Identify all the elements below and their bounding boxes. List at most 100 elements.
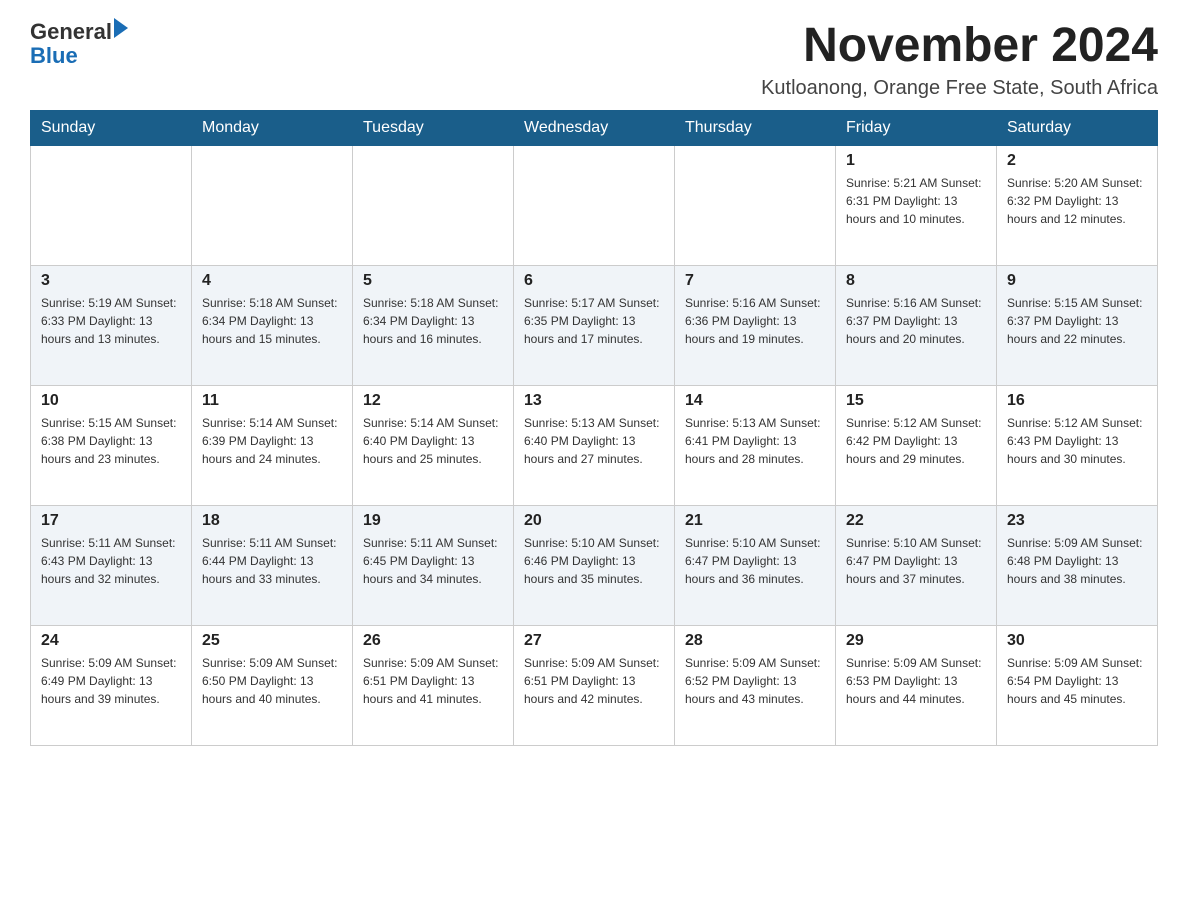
calendar-cell: 23 Sunrise: 5:09 AM Sunset: 6:48 PM Dayli… (997, 505, 1158, 625)
weekday-header-tuesday: Tuesday (353, 110, 514, 145)
calendar-cell: 22Sunrise: 5:10 AM Sunset: 6:47 PM Dayli… (836, 505, 997, 625)
calendar-cell: 1 Sunrise: 5:21 AM Sunset: 6:31 PM Daylig… (836, 145, 997, 265)
day-number: 1 (846, 152, 986, 170)
day-info: Sunrise: 5:12 AM Sunset: 6:43 PM Dayligh… (1007, 414, 1147, 468)
day-number: 10 (41, 392, 181, 410)
calendar-cell: 4 Sunrise: 5:18 AM Sunset: 6:34 PM Daylig… (192, 265, 353, 385)
day-number: 14 (685, 392, 825, 410)
calendar-cell: 18Sunrise: 5:11 AM Sunset: 6:44 PM Dayli… (192, 505, 353, 625)
day-info: Sunrise: 5:09 AM Sunset: 6:50 PM Dayligh… (202, 654, 342, 708)
calendar-week-row: 17 Sunrise: 5:11 AM Sunset: 6:43 PM Dayli… (31, 505, 1158, 625)
calendar-week-row: 10 Sunrise: 5:15 AM Sunset: 6:38 PM Dayli… (31, 385, 1158, 505)
day-info: Sunrise: 5:10 AM Sunset: 6:47 PM Dayligh… (685, 534, 825, 588)
day-number: 6 (524, 272, 664, 290)
day-info: Sunrise: 5:18 AM Sunset: 6:34 PM Dayligh… (363, 294, 503, 348)
day-number: 30 (1007, 632, 1147, 650)
calendar-cell: 27Sunrise: 5:09 AM Sunset: 6:51 PM Dayli… (514, 625, 675, 745)
day-info: Sunrise: 5:20 AM Sunset: 6:32 PM Dayligh… (1007, 174, 1147, 228)
calendar-week-row: 1 Sunrise: 5:21 AM Sunset: 6:31 PM Daylig… (31, 145, 1158, 265)
calendar-cell: 10 Sunrise: 5:15 AM Sunset: 6:38 PM Dayli… (31, 385, 192, 505)
day-info: Sunrise: 5:13 AM Sunset: 6:40 PM Dayligh… (524, 414, 664, 468)
day-info: Sunrise: 5:11 AM Sunset: 6:45 PM Dayligh… (363, 534, 503, 588)
calendar-cell: 25 Sunrise: 5:09 AM Sunset: 6:50 PM Dayli… (192, 625, 353, 745)
day-number: 13 (524, 392, 664, 410)
day-number: 29 (846, 632, 986, 650)
day-info: Sunrise: 5:15 AM Sunset: 6:38 PM Dayligh… (41, 414, 181, 468)
day-number: 2 (1007, 152, 1147, 170)
day-info: Sunrise: 5:13 AM Sunset: 6:41 PM Dayligh… (685, 414, 825, 468)
calendar-cell (192, 145, 353, 265)
day-number: 12 (363, 392, 503, 410)
day-info: Sunrise: 5:16 AM Sunset: 6:36 PM Dayligh… (685, 294, 825, 348)
day-number: 26 (363, 632, 503, 650)
weekday-header-monday: Monday (192, 110, 353, 145)
day-number: 28 (685, 632, 825, 650)
calendar-cell: 6 Sunrise: 5:17 AM Sunset: 6:35 PM Daylig… (514, 265, 675, 385)
day-number: 7 (685, 272, 825, 290)
day-info: Sunrise: 5:21 AM Sunset: 6:31 PM Dayligh… (846, 174, 986, 228)
calendar-cell: 28 Sunrise: 5:09 AM Sunset: 6:52 PM Dayli… (675, 625, 836, 745)
calendar-body: 1 Sunrise: 5:21 AM Sunset: 6:31 PM Daylig… (31, 145, 1158, 745)
calendar-cell: 2 Sunrise: 5:20 AM Sunset: 6:32 PM Daylig… (997, 145, 1158, 265)
calendar-cell: 13 Sunrise: 5:13 AM Sunset: 6:40 PM Dayli… (514, 385, 675, 505)
calendar-cell: 30 Sunrise: 5:09 AM Sunset: 6:54 PM Dayli… (997, 625, 1158, 745)
day-info: Sunrise: 5:14 AM Sunset: 6:39 PM Dayligh… (202, 414, 342, 468)
day-info: Sunrise: 5:11 AM Sunset: 6:43 PM Dayligh… (41, 534, 181, 588)
logo-general-text: General (30, 20, 112, 44)
calendar-cell: 14 Sunrise: 5:13 AM Sunset: 6:41 PM Dayli… (675, 385, 836, 505)
calendar-cell (31, 145, 192, 265)
day-number: 21 (685, 512, 825, 530)
day-info: Sunrise: 5:14 AM Sunset: 6:40 PM Dayligh… (363, 414, 503, 468)
calendar-cell (353, 145, 514, 265)
logo-blue-text: Blue (30, 44, 128, 68)
calendar-cell: 8 Sunrise: 5:16 AM Sunset: 6:37 PM Daylig… (836, 265, 997, 385)
calendar-cell: 3 Sunrise: 5:19 AM Sunset: 6:33 PM Daylig… (31, 265, 192, 385)
day-number: 23 (1007, 512, 1147, 530)
calendar-cell: 24 Sunrise: 5:09 AM Sunset: 6:49 PM Dayli… (31, 625, 192, 745)
day-number: 3 (41, 272, 181, 290)
calendar-table: SundayMondayTuesdayWednesdayThursdayFrid… (30, 110, 1158, 746)
weekday-header-friday: Friday (836, 110, 997, 145)
day-info: Sunrise: 5:16 AM Sunset: 6:37 PM Dayligh… (846, 294, 986, 348)
day-info: Sunrise: 5:18 AM Sunset: 6:34 PM Dayligh… (202, 294, 342, 348)
day-number: 4 (202, 272, 342, 290)
calendar-cell: 7 Sunrise: 5:16 AM Sunset: 6:36 PM Daylig… (675, 265, 836, 385)
day-number: 9 (1007, 272, 1147, 290)
weekday-header-saturday: Saturday (997, 110, 1158, 145)
day-info: Sunrise: 5:09 AM Sunset: 6:54 PM Dayligh… (1007, 654, 1147, 708)
calendar-cell: 17 Sunrise: 5:11 AM Sunset: 6:43 PM Dayli… (31, 505, 192, 625)
day-number: 24 (41, 632, 181, 650)
location-subtitle: Kutloanong, Orange Free State, South Afr… (761, 77, 1158, 100)
day-number: 8 (846, 272, 986, 290)
weekday-header-wednesday: Wednesday (514, 110, 675, 145)
day-number: 27 (524, 632, 664, 650)
day-info: Sunrise: 5:11 AM Sunset: 6:44 PM Dayligh… (202, 534, 342, 588)
day-info: Sunrise: 5:09 AM Sunset: 6:48 PM Dayligh… (1007, 534, 1147, 588)
day-info: Sunrise: 5:17 AM Sunset: 6:35 PM Dayligh… (524, 294, 664, 348)
day-number: 25 (202, 632, 342, 650)
day-number: 22 (846, 512, 986, 530)
calendar-cell: 20Sunrise: 5:10 AM Sunset: 6:46 PM Dayli… (514, 505, 675, 625)
day-number: 17 (41, 512, 181, 530)
title-area: November 2024 Kutloanong, Orange Free St… (761, 20, 1158, 100)
page-header: General Blue November 2024 Kutloanong, O… (30, 20, 1158, 100)
calendar-cell: 26Sunrise: 5:09 AM Sunset: 6:51 PM Dayli… (353, 625, 514, 745)
calendar-cell: 11 Sunrise: 5:14 AM Sunset: 6:39 PM Dayli… (192, 385, 353, 505)
day-info: Sunrise: 5:09 AM Sunset: 6:49 PM Dayligh… (41, 654, 181, 708)
day-number: 16 (1007, 392, 1147, 410)
logo-arrow-icon (114, 18, 128, 38)
calendar-cell: 19Sunrise: 5:11 AM Sunset: 6:45 PM Dayli… (353, 505, 514, 625)
day-number: 5 (363, 272, 503, 290)
calendar-header: SundayMondayTuesdayWednesdayThursdayFrid… (31, 110, 1158, 145)
month-title: November 2024 (761, 20, 1158, 73)
day-info: Sunrise: 5:19 AM Sunset: 6:33 PM Dayligh… (41, 294, 181, 348)
calendar-week-row: 3 Sunrise: 5:19 AM Sunset: 6:33 PM Daylig… (31, 265, 1158, 385)
weekday-header-sunday: Sunday (31, 110, 192, 145)
day-number: 11 (202, 392, 342, 410)
calendar-cell (514, 145, 675, 265)
weekday-header-row: SundayMondayTuesdayWednesdayThursdayFrid… (31, 110, 1158, 145)
calendar-cell (675, 145, 836, 265)
calendar-cell: 21 Sunrise: 5:10 AM Sunset: 6:47 PM Dayli… (675, 505, 836, 625)
day-info: Sunrise: 5:09 AM Sunset: 6:52 PM Dayligh… (685, 654, 825, 708)
calendar-cell: 15Sunrise: 5:12 AM Sunset: 6:42 PM Dayli… (836, 385, 997, 505)
